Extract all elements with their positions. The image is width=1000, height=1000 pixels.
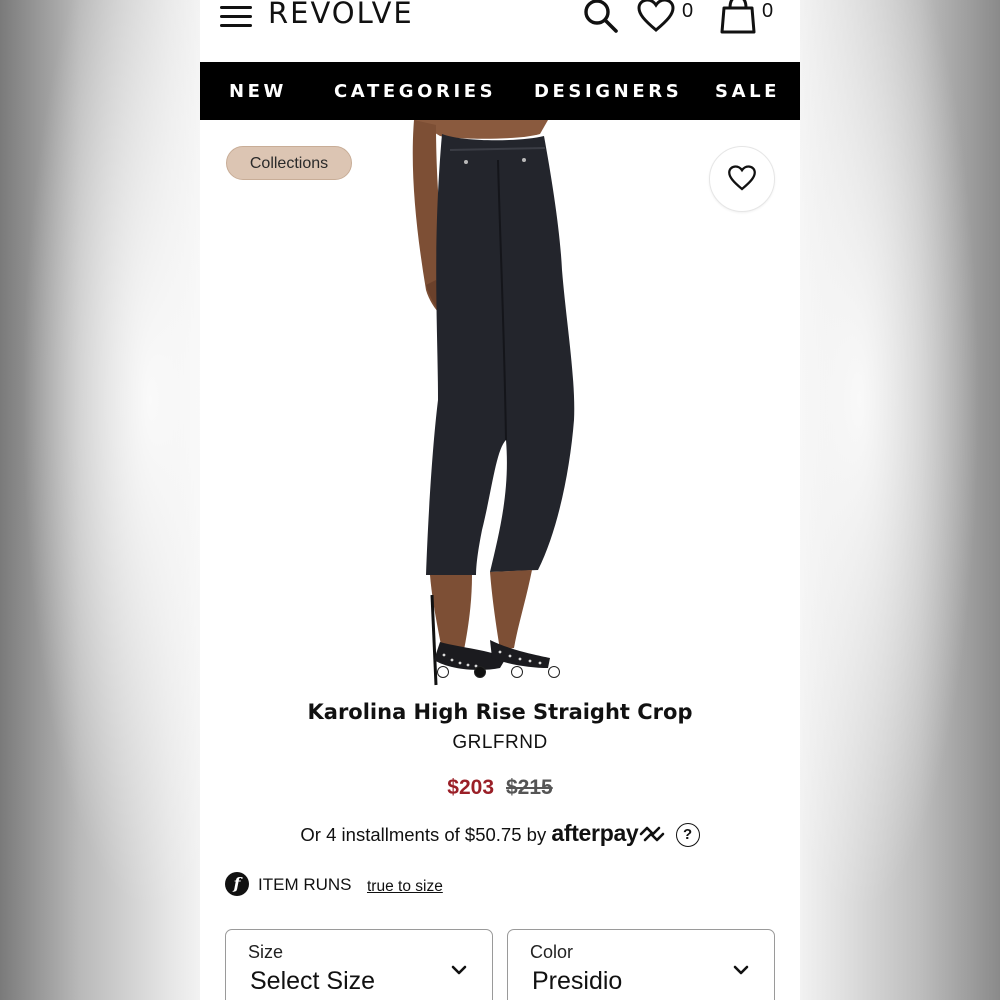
size-select-label: Size — [248, 942, 284, 962]
revolve-logo[interactable]: REVOLVE — [268, 0, 414, 30]
carousel-dot-active[interactable] — [474, 666, 486, 678]
chevron-down-icon — [451, 965, 467, 975]
main-nav: NEW CATEGORIES DESIGNERS SALE — [200, 62, 800, 120]
price-block: $203 $215 — [200, 776, 800, 800]
fit-label: ITEM RUNS — [258, 875, 352, 894]
sale-price: $203 — [447, 776, 494, 799]
carousel-dot[interactable] — [437, 666, 449, 678]
color-select-label: Color — [530, 942, 574, 962]
product-title: Karolina High Rise Straight Crop — [307, 700, 693, 724]
afterpay-logo: afterpay — [551, 820, 639, 846]
product-page: REVOLVE 0 0 NEW CATEGORIES DESIGNERS SAL… — [200, 0, 800, 1000]
afterpay-line: Or 4 installments of $50.75 by afterpay … — [200, 820, 800, 847]
backdrop-left — [0, 0, 200, 1000]
menu-icon[interactable] — [220, 6, 252, 28]
heart-icon — [728, 165, 756, 191]
help-icon[interactable]: ? — [675, 823, 700, 847]
original-price: $215 — [506, 776, 553, 799]
search-icon[interactable] — [581, 0, 621, 36]
chevron-down-icon — [733, 965, 749, 975]
top-bar: REVOLVE 0 0 — [200, 0, 800, 62]
collections-badge[interactable]: Collections — [226, 146, 352, 180]
wishlist-count: 0 — [682, 0, 694, 22]
size-select-value: Select Size — [250, 967, 376, 995]
carousel-dots — [437, 666, 567, 680]
nav-item-designers[interactable]: DESIGNERS — [534, 81, 682, 102]
add-to-wishlist-button[interactable] — [709, 146, 775, 212]
bag-icon[interactable] — [718, 0, 758, 36]
installments-text: Or 4 installments of $50.75 by — [300, 824, 547, 845]
carousel-dot[interactable] — [511, 666, 523, 678]
backdrop-right — [800, 0, 1000, 1000]
nav-item-new[interactable]: NEW — [229, 81, 287, 102]
product-photo — [412, 120, 575, 686]
cart-count: 0 — [762, 0, 774, 22]
fit-value-link[interactable]: true to size — [367, 878, 443, 896]
color-select[interactable]: Color Presidio — [507, 929, 775, 1000]
product-image-carousel[interactable]: Collections — [200, 120, 800, 690]
product-brand[interactable]: GRLFRND — [200, 732, 800, 754]
fit-f-icon: f — [225, 872, 249, 896]
color-select-value: Presidio — [532, 967, 623, 995]
afterpay-loop-icon — [640, 826, 665, 842]
heart-icon[interactable] — [636, 0, 676, 34]
nav-item-categories[interactable]: CATEGORIES — [334, 81, 496, 102]
carousel-dot[interactable] — [548, 666, 560, 678]
size-select[interactable]: Size Select Size — [225, 929, 493, 1000]
nav-item-sale[interactable]: SALE — [715, 81, 780, 102]
